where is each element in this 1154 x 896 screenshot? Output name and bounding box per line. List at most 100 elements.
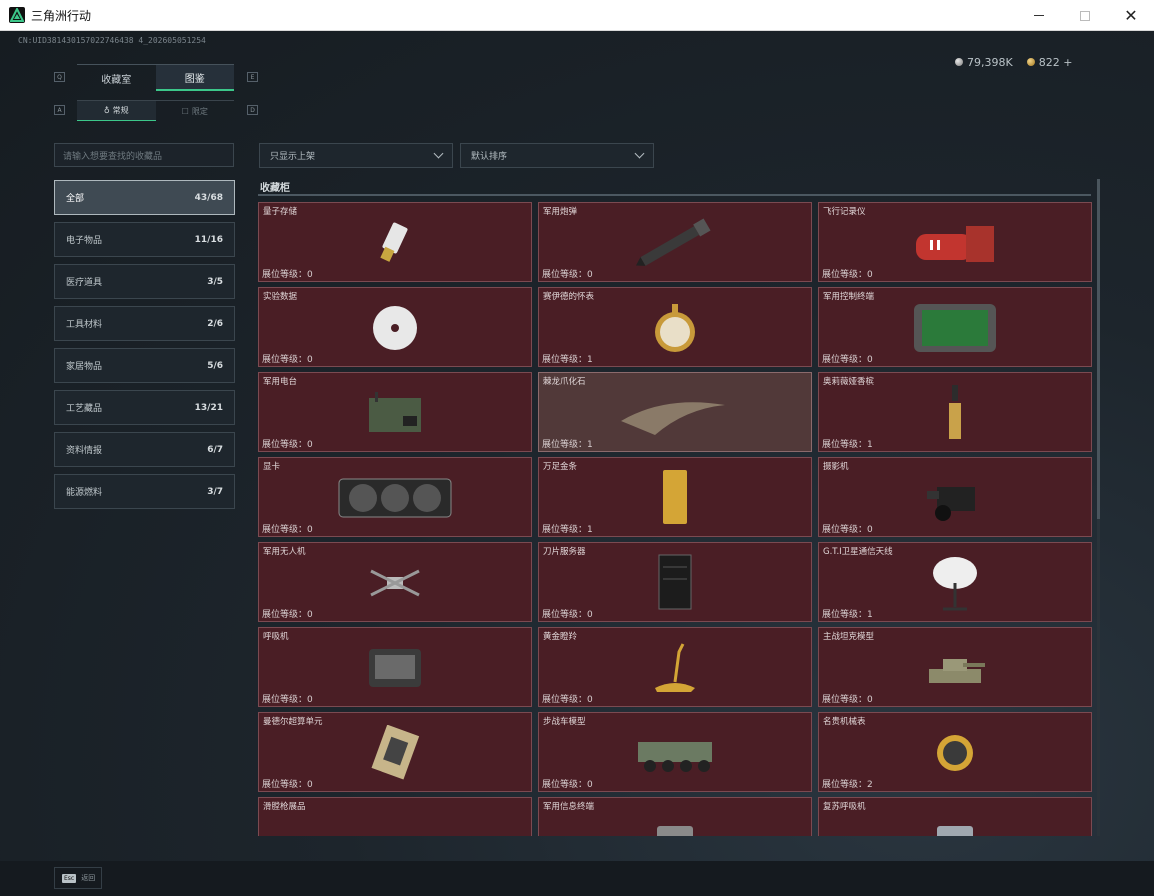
collection-item-card[interactable]: 奥莉薇娅香槟 展位等级：1	[818, 372, 1092, 452]
category-label: 工具材料	[66, 320, 103, 330]
maximize-icon	[1080, 10, 1090, 21]
category-crafts[interactable]: 工艺藏品 13/21	[54, 390, 235, 425]
collection-item-card[interactable]: 刀片服务器 展位等级：0	[538, 542, 812, 622]
minimize-button[interactable]	[1016, 0, 1062, 31]
category-fuel[interactable]: 能源燃料 3/7	[54, 474, 235, 509]
add-currency-button[interactable]: +	[1063, 56, 1072, 69]
close-button[interactable]: ✕	[1108, 0, 1154, 31]
gold-bar-icon	[660, 468, 690, 532]
back-label: 返回	[81, 874, 96, 882]
scrollbar-thumb[interactable]	[1097, 179, 1100, 519]
info-terminal-icon	[645, 818, 705, 836]
item-display-level: 展位等级：0	[262, 440, 313, 450]
ventilator-icon	[365, 643, 425, 697]
limited-icon: ☐	[181, 106, 189, 116]
category-tools[interactable]: 工具材料 2/6	[54, 306, 235, 341]
category-label: 全部	[66, 194, 85, 204]
musket-icon	[310, 818, 480, 836]
item-name: 军用电台	[263, 377, 298, 387]
sub-tabs: ♁ 常规 ☐ 限定	[77, 100, 234, 121]
collection-item-card[interactable]: 量子存储 展位等级：0	[258, 202, 532, 282]
category-all[interactable]: 全部 43/68	[54, 180, 235, 215]
silver-coin-icon	[955, 58, 963, 66]
collection-item-card[interactable]: 滑膛枪展品	[258, 797, 532, 836]
category-household[interactable]: 家居物品 5/6	[54, 348, 235, 383]
collection-item-card[interactable]: 主战坦克模型 展位等级：0	[818, 627, 1092, 707]
collection-item-card[interactable]: 名贵机械表 展位等级：2	[818, 712, 1092, 792]
item-display-level: 展位等级：1	[822, 610, 873, 620]
item-name: 实验数据	[263, 292, 298, 302]
item-name: 万足金条	[543, 462, 578, 472]
minimize-icon	[1034, 15, 1044, 16]
search-input[interactable]: 请输入想要查找的收藏品	[54, 143, 234, 167]
gold-gazelle-icon	[645, 638, 705, 702]
item-name: 赛伊德的怀表	[543, 292, 595, 302]
collection-item-card[interactable]: 军用控制终端 展位等级：0	[818, 287, 1092, 367]
collection-item-card[interactable]: 实验数据 展位等级：0	[258, 287, 532, 367]
collection-item-card[interactable]: 摄影机 展位等级：0	[818, 457, 1092, 537]
window-title-bar: 三角洲行动 ✕	[0, 0, 1154, 31]
collection-item-card[interactable]: 棘龙爪化石 展位等级：1	[538, 372, 812, 452]
collection-item-card[interactable]: 飞行记录仪 展位等级：0	[818, 202, 1092, 282]
satellite-dish-icon	[927, 553, 983, 617]
collection-item-card[interactable]: 军用炮弹 展位等级：0	[538, 202, 812, 282]
item-name: 复苏呼吸机	[823, 802, 866, 812]
collection-item-card[interactable]: 复苏呼吸机	[818, 797, 1092, 836]
item-display-level: 展位等级：0	[542, 695, 593, 705]
item-name: 名贵机械表	[823, 717, 866, 727]
sort-dropdown[interactable]: 默认排序	[460, 143, 654, 168]
collection-item-card[interactable]: 军用无人机 展位等级：0	[258, 542, 532, 622]
gold-currency[interactable]: 822 +	[1026, 56, 1072, 69]
item-name: 呼吸机	[263, 632, 289, 642]
item-display-level: 展位等级：0	[542, 780, 593, 790]
chevron-down-icon	[433, 148, 444, 159]
item-name: G.T.I卫星通信天线	[823, 547, 893, 557]
currency-display: 79,398K 822 +	[955, 56, 1072, 69]
category-label: 能源燃料	[66, 488, 103, 498]
tab-regular[interactable]: ♁ 常规	[77, 101, 156, 121]
section-title: 收藏柜	[260, 183, 290, 194]
gold-coin-icon	[1026, 58, 1035, 66]
collection-item-card[interactable]: 万足金条 展位等级：1	[538, 457, 812, 537]
category-electronics[interactable]: 电子物品 11/16	[54, 222, 235, 257]
silver-amount: 79,398K	[967, 56, 1013, 69]
item-display-level: 展位等级：0	[822, 525, 873, 535]
category-medical[interactable]: 医疗道具 3/5	[54, 264, 235, 299]
champagne-icon	[945, 383, 965, 447]
collection-item-card[interactable]: 黄金瞪羚 展位等级：0	[538, 627, 812, 707]
graphics-card-icon	[335, 473, 455, 527]
key-hint-q: Q	[54, 72, 65, 82]
flight-recorder-icon	[910, 218, 1000, 272]
drone-icon	[363, 561, 427, 609]
collection-item-card[interactable]: 步战车模型 展位等级：0	[538, 712, 812, 792]
key-hint-a: A	[54, 105, 65, 115]
scrollbar[interactable]	[1097, 179, 1100, 836]
collection-item-card[interactable]: 呼吸机 展位等级：0	[258, 627, 532, 707]
category-label: 电子物品	[66, 236, 103, 246]
category-intel[interactable]: 资料情报 6/7	[54, 432, 235, 467]
back-button[interactable]: Esc 返回	[54, 867, 102, 889]
collection-grid-viewport: 量子存储 展位等级：0 军用炮弹 展位等级：0 飞行记录仪 展位等级：0 实验数据 展位等级：…	[258, 202, 1094, 836]
category-count: 3/7	[207, 486, 223, 497]
category-count: 13/21	[194, 402, 223, 413]
collection-item-card[interactable]: G.T.I卫星通信天线 展位等级：1	[818, 542, 1092, 622]
collection-item-card[interactable]: 赛伊德的怀表 展位等级：1	[538, 287, 812, 367]
tab-limited[interactable]: ☐ 限定	[156, 101, 235, 121]
collection-item-card[interactable]: 军用信息终端	[538, 797, 812, 836]
item-name: 滑膛枪展品	[263, 802, 306, 812]
category-count: 6/7	[207, 444, 223, 455]
usb-drive-icon	[375, 218, 415, 272]
collection-item-card[interactable]: 显卡 展位等级：0	[258, 457, 532, 537]
collection-item-card[interactable]: 军用电台展位等级：0	[258, 372, 532, 452]
wristwatch-icon	[930, 725, 980, 785]
key-hint-e: E	[247, 72, 258, 82]
item-display-level: 展位等级：0	[262, 270, 313, 280]
maximize-button[interactable]	[1062, 0, 1108, 31]
shelf-filter-dropdown[interactable]: 只显示上架	[259, 143, 453, 168]
tab-collection-room[interactable]: 收藏室	[77, 65, 156, 91]
disc-icon	[367, 303, 423, 357]
tab-catalog[interactable]: 图鉴	[155, 65, 234, 91]
key-hint-d: D	[247, 105, 258, 115]
collection-item-card[interactable]: 曼德尔超算单元 展位等级：0	[258, 712, 532, 792]
bottom-bar	[0, 861, 1154, 896]
